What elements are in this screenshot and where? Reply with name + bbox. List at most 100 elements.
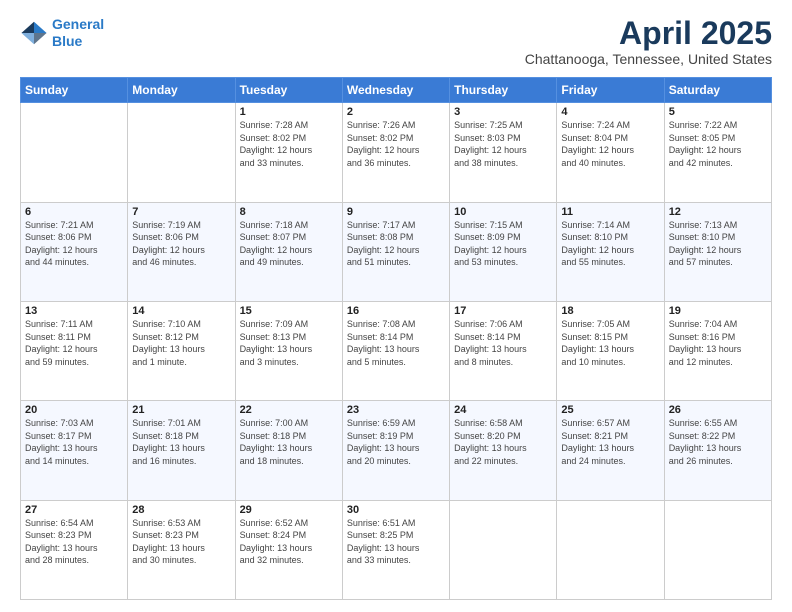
calendar-week-5: 27Sunrise: 6:54 AMSunset: 8:23 PMDayligh…	[21, 500, 772, 599]
calendar-cell	[128, 103, 235, 202]
calendar-cell: 26Sunrise: 6:55 AMSunset: 8:22 PMDayligh…	[664, 401, 771, 500]
day-number: 30	[347, 504, 445, 516]
calendar-week-2: 6Sunrise: 7:21 AMSunset: 8:06 PMDaylight…	[21, 202, 772, 301]
calendar-cell: 14Sunrise: 7:10 AMSunset: 8:12 PMDayligh…	[128, 301, 235, 400]
day-number: 29	[240, 504, 338, 516]
calendar-cell	[21, 103, 128, 202]
day-number: 9	[347, 206, 445, 218]
day-info: Sunrise: 7:26 AMSunset: 8:02 PMDaylight:…	[347, 119, 445, 169]
calendar-cell: 10Sunrise: 7:15 AMSunset: 8:09 PMDayligh…	[450, 202, 557, 301]
day-number: 28	[132, 504, 230, 516]
day-info: Sunrise: 7:10 AMSunset: 8:12 PMDaylight:…	[132, 318, 230, 368]
day-info: Sunrise: 6:59 AMSunset: 8:19 PMDaylight:…	[347, 417, 445, 467]
calendar-cell: 12Sunrise: 7:13 AMSunset: 8:10 PMDayligh…	[664, 202, 771, 301]
calendar-cell: 20Sunrise: 7:03 AMSunset: 8:17 PMDayligh…	[21, 401, 128, 500]
day-number: 15	[240, 305, 338, 317]
day-number: 2	[347, 106, 445, 118]
day-number: 21	[132, 404, 230, 416]
day-info: Sunrise: 7:19 AMSunset: 8:06 PMDaylight:…	[132, 219, 230, 269]
calendar-cell: 1Sunrise: 7:28 AMSunset: 8:02 PMDaylight…	[235, 103, 342, 202]
day-info: Sunrise: 7:06 AMSunset: 8:14 PMDaylight:…	[454, 318, 552, 368]
day-info: Sunrise: 6:55 AMSunset: 8:22 PMDaylight:…	[669, 417, 767, 467]
day-number: 13	[25, 305, 123, 317]
calendar-week-3: 13Sunrise: 7:11 AMSunset: 8:11 PMDayligh…	[21, 301, 772, 400]
calendar-week-1: 1Sunrise: 7:28 AMSunset: 8:02 PMDaylight…	[21, 103, 772, 202]
header: General Blue April 2025 Chattanooga, Ten…	[20, 16, 772, 67]
calendar-cell: 8Sunrise: 7:18 AMSunset: 8:07 PMDaylight…	[235, 202, 342, 301]
col-sunday: Sunday	[21, 78, 128, 103]
location-subtitle: Chattanooga, Tennessee, United States	[525, 51, 772, 67]
day-number: 24	[454, 404, 552, 416]
calendar-cell: 17Sunrise: 7:06 AMSunset: 8:14 PMDayligh…	[450, 301, 557, 400]
calendar-cell: 28Sunrise: 6:53 AMSunset: 8:23 PMDayligh…	[128, 500, 235, 599]
day-info: Sunrise: 7:09 AMSunset: 8:13 PMDaylight:…	[240, 318, 338, 368]
day-info: Sunrise: 7:28 AMSunset: 8:02 PMDaylight:…	[240, 119, 338, 169]
day-number: 5	[669, 106, 767, 118]
day-info: Sunrise: 7:14 AMSunset: 8:10 PMDaylight:…	[561, 219, 659, 269]
calendar-cell: 13Sunrise: 7:11 AMSunset: 8:11 PMDayligh…	[21, 301, 128, 400]
day-info: Sunrise: 6:54 AMSunset: 8:23 PMDaylight:…	[25, 517, 123, 567]
logo-line2: Blue	[52, 33, 82, 49]
calendar-cell: 25Sunrise: 6:57 AMSunset: 8:21 PMDayligh…	[557, 401, 664, 500]
day-number: 22	[240, 404, 338, 416]
day-info: Sunrise: 7:22 AMSunset: 8:05 PMDaylight:…	[669, 119, 767, 169]
calendar-cell: 22Sunrise: 7:00 AMSunset: 8:18 PMDayligh…	[235, 401, 342, 500]
day-number: 6	[25, 206, 123, 218]
logo-text: General Blue	[52, 16, 104, 50]
col-friday: Friday	[557, 78, 664, 103]
calendar-cell	[557, 500, 664, 599]
page: General Blue April 2025 Chattanooga, Ten…	[0, 0, 792, 612]
calendar-week-4: 20Sunrise: 7:03 AMSunset: 8:17 PMDayligh…	[21, 401, 772, 500]
day-number: 20	[25, 404, 123, 416]
calendar-cell: 15Sunrise: 7:09 AMSunset: 8:13 PMDayligh…	[235, 301, 342, 400]
col-tuesday: Tuesday	[235, 78, 342, 103]
day-info: Sunrise: 7:13 AMSunset: 8:10 PMDaylight:…	[669, 219, 767, 269]
day-number: 3	[454, 106, 552, 118]
day-info: Sunrise: 7:01 AMSunset: 8:18 PMDaylight:…	[132, 417, 230, 467]
calendar-cell: 2Sunrise: 7:26 AMSunset: 8:02 PMDaylight…	[342, 103, 449, 202]
day-info: Sunrise: 7:18 AMSunset: 8:07 PMDaylight:…	[240, 219, 338, 269]
calendar-cell: 3Sunrise: 7:25 AMSunset: 8:03 PMDaylight…	[450, 103, 557, 202]
col-wednesday: Wednesday	[342, 78, 449, 103]
logo: General Blue	[20, 16, 104, 50]
day-number: 18	[561, 305, 659, 317]
calendar-header-row: Sunday Monday Tuesday Wednesday Thursday…	[21, 78, 772, 103]
day-number: 4	[561, 106, 659, 118]
day-info: Sunrise: 7:05 AMSunset: 8:15 PMDaylight:…	[561, 318, 659, 368]
day-info: Sunrise: 7:11 AMSunset: 8:11 PMDaylight:…	[25, 318, 123, 368]
day-number: 25	[561, 404, 659, 416]
day-info: Sunrise: 7:03 AMSunset: 8:17 PMDaylight:…	[25, 417, 123, 467]
day-info: Sunrise: 6:51 AMSunset: 8:25 PMDaylight:…	[347, 517, 445, 567]
day-number: 7	[132, 206, 230, 218]
day-info: Sunrise: 6:57 AMSunset: 8:21 PMDaylight:…	[561, 417, 659, 467]
col-saturday: Saturday	[664, 78, 771, 103]
day-number: 1	[240, 106, 338, 118]
day-number: 16	[347, 305, 445, 317]
day-number: 19	[669, 305, 767, 317]
day-info: Sunrise: 7:24 AMSunset: 8:04 PMDaylight:…	[561, 119, 659, 169]
calendar-table: Sunday Monday Tuesday Wednesday Thursday…	[20, 77, 772, 600]
day-info: Sunrise: 6:53 AMSunset: 8:23 PMDaylight:…	[132, 517, 230, 567]
day-info: Sunrise: 7:17 AMSunset: 8:08 PMDaylight:…	[347, 219, 445, 269]
day-info: Sunrise: 6:58 AMSunset: 8:20 PMDaylight:…	[454, 417, 552, 467]
day-number: 12	[669, 206, 767, 218]
calendar-cell: 7Sunrise: 7:19 AMSunset: 8:06 PMDaylight…	[128, 202, 235, 301]
calendar-cell: 5Sunrise: 7:22 AMSunset: 8:05 PMDaylight…	[664, 103, 771, 202]
calendar-cell: 11Sunrise: 7:14 AMSunset: 8:10 PMDayligh…	[557, 202, 664, 301]
day-number: 14	[132, 305, 230, 317]
calendar-cell: 30Sunrise: 6:51 AMSunset: 8:25 PMDayligh…	[342, 500, 449, 599]
day-info: Sunrise: 7:08 AMSunset: 8:14 PMDaylight:…	[347, 318, 445, 368]
col-thursday: Thursday	[450, 78, 557, 103]
calendar-cell: 6Sunrise: 7:21 AMSunset: 8:06 PMDaylight…	[21, 202, 128, 301]
calendar-cell: 23Sunrise: 6:59 AMSunset: 8:19 PMDayligh…	[342, 401, 449, 500]
logo-icon	[20, 19, 48, 47]
day-info: Sunrise: 7:04 AMSunset: 8:16 PMDaylight:…	[669, 318, 767, 368]
day-number: 10	[454, 206, 552, 218]
day-info: Sunrise: 7:00 AMSunset: 8:18 PMDaylight:…	[240, 417, 338, 467]
month-title: April 2025	[525, 16, 772, 51]
calendar-cell: 24Sunrise: 6:58 AMSunset: 8:20 PMDayligh…	[450, 401, 557, 500]
calendar-cell: 19Sunrise: 7:04 AMSunset: 8:16 PMDayligh…	[664, 301, 771, 400]
day-number: 8	[240, 206, 338, 218]
day-number: 26	[669, 404, 767, 416]
calendar-cell: 18Sunrise: 7:05 AMSunset: 8:15 PMDayligh…	[557, 301, 664, 400]
